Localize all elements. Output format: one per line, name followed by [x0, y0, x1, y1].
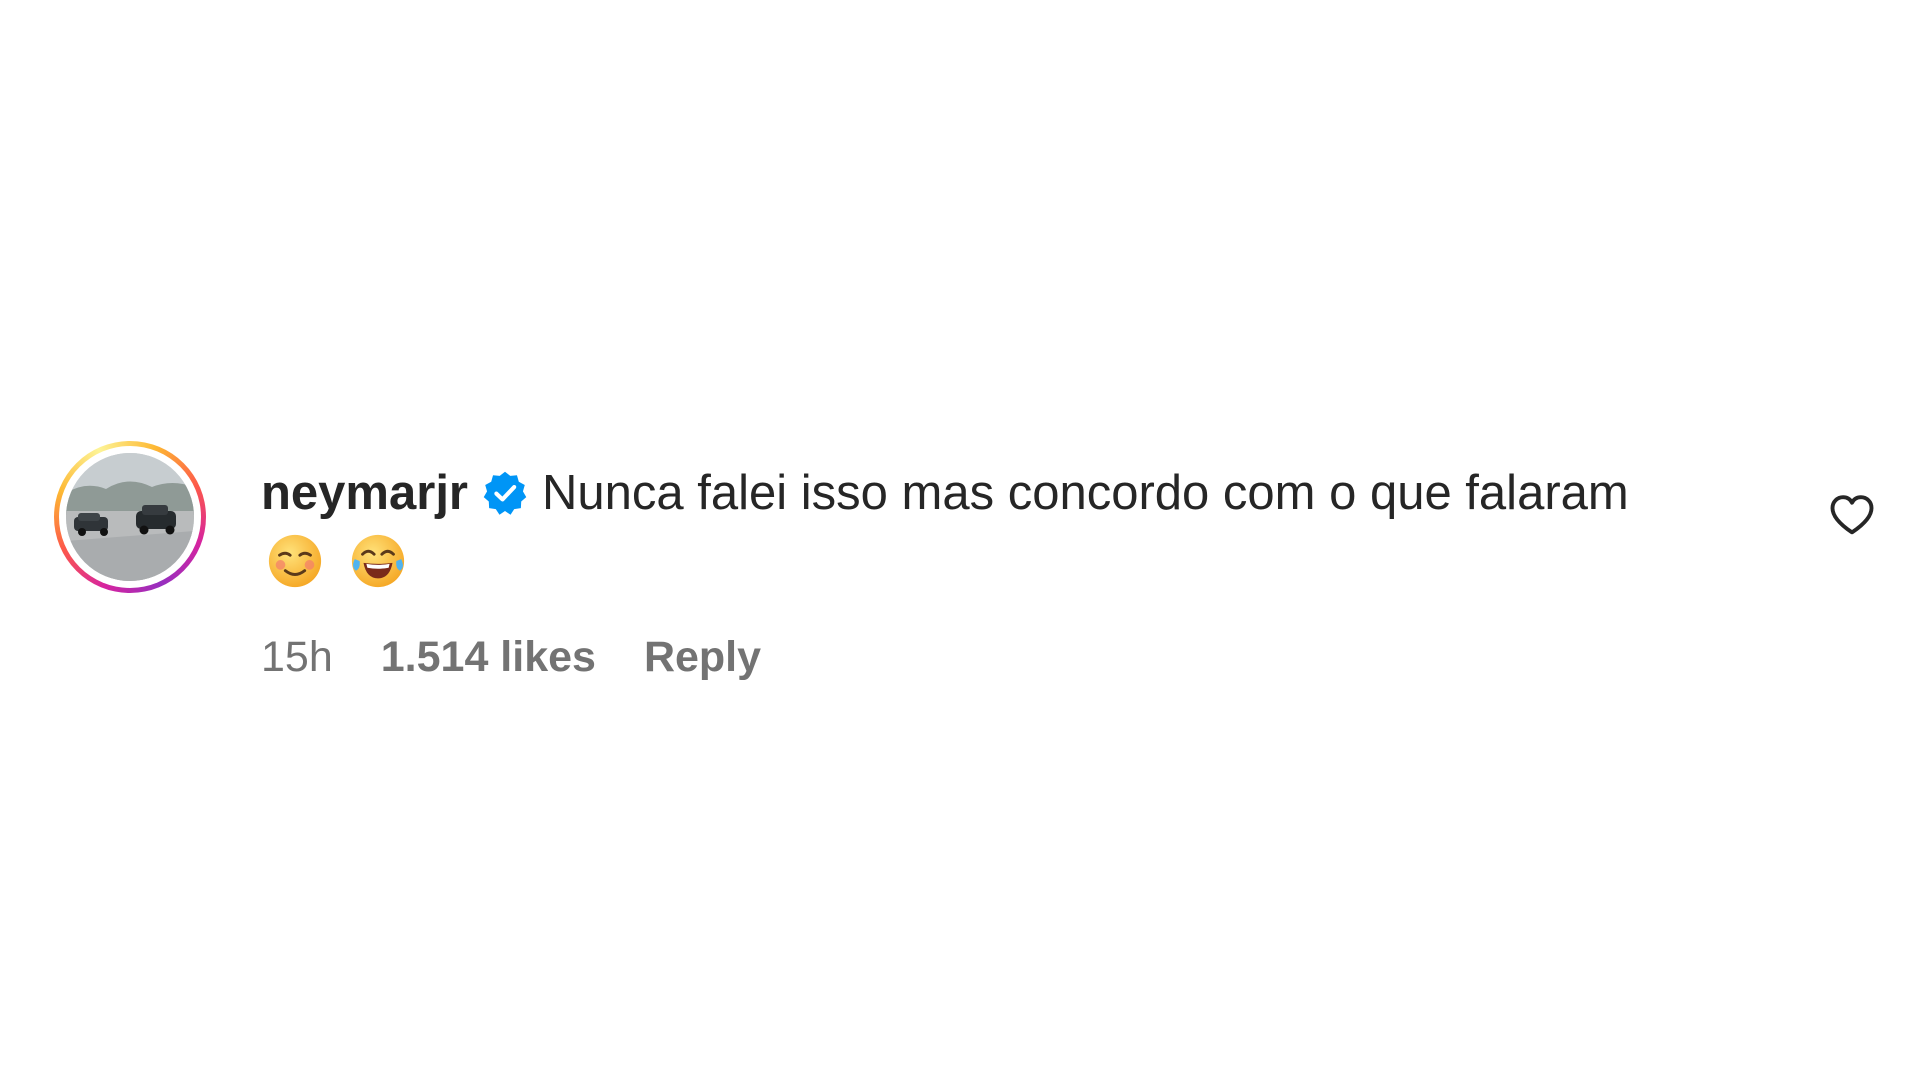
verified-badge-icon	[483, 471, 527, 515]
avatar[interactable]	[66, 453, 194, 581]
avatar-image	[66, 453, 194, 581]
comment-line: neymarjr Nunca falei isso mas concordo c…	[261, 461, 1791, 525]
tears-of-joy-emoji	[351, 534, 405, 588]
comment-item: neymarjr Nunca falei isso mas concordo c…	[54, 441, 1894, 701]
comment-timestamp: 15h	[261, 633, 333, 681]
username-link[interactable]: neymarjr	[261, 465, 468, 521]
reply-button[interactable]: Reply	[644, 633, 761, 682]
likes-count-link[interactable]: 1.514 likes	[381, 633, 596, 682]
relieved-face-emoji	[268, 534, 322, 588]
comment-body: neymarjr Nunca falei isso mas concordo c…	[261, 461, 1791, 682]
heart-outline-icon[interactable]	[1826, 489, 1878, 541]
comment-emoji-row	[261, 529, 1791, 593]
story-ring[interactable]	[54, 441, 206, 593]
comment-text: Nunca falei isso mas concordo com o que …	[542, 466, 1629, 520]
comment-meta: 15h 1.514 likes Reply	[261, 633, 1791, 682]
comment-screenshot: neymarjr Nunca falei isso mas concordo c…	[0, 0, 1920, 1080]
